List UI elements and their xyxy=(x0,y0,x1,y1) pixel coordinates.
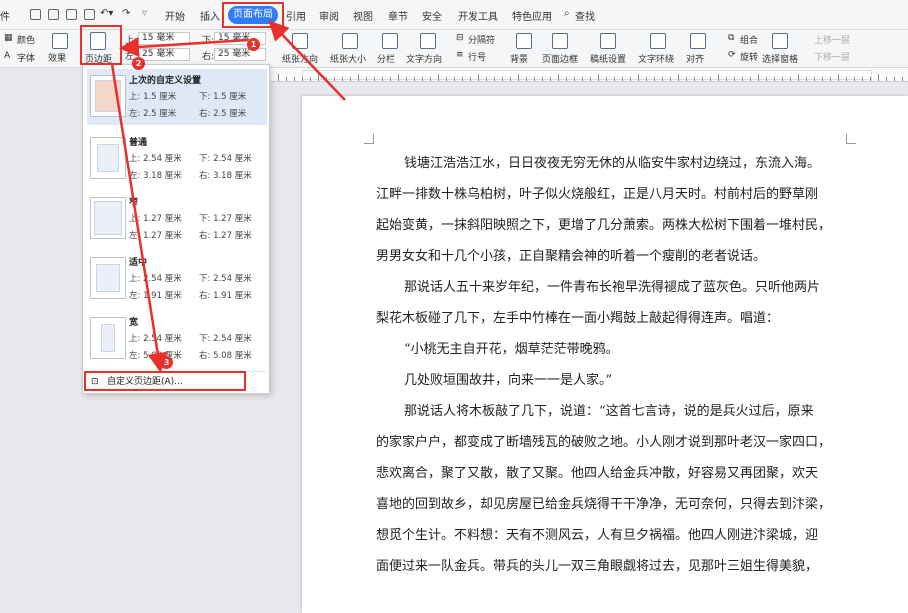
arrow-to-margin-button xyxy=(119,37,249,58)
arrow-to-custom-margin xyxy=(110,63,168,373)
annotation-arrows xyxy=(110,20,346,373)
arrow-to-page-layout xyxy=(268,20,346,101)
